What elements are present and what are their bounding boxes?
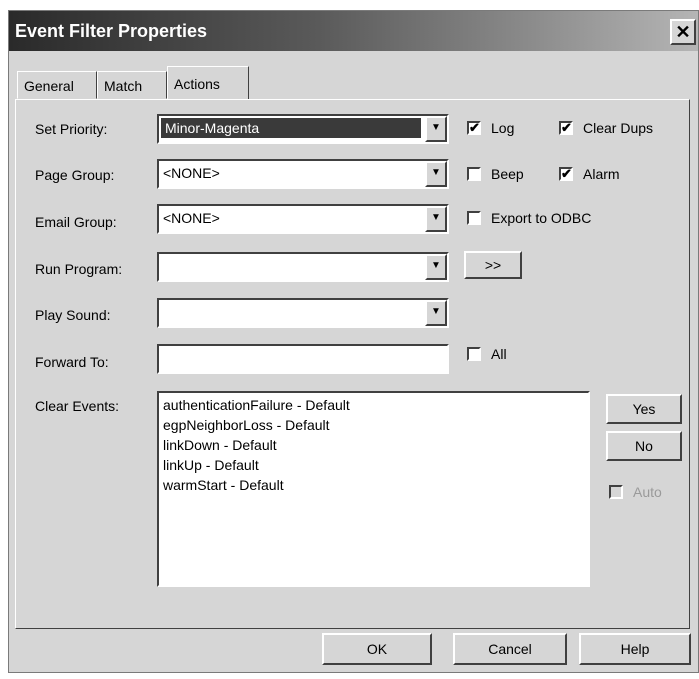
tab-general-label: General <box>24 78 74 94</box>
chevron-down-icon[interactable]: ▼ <box>425 206 447 232</box>
tab-general[interactable]: General <box>17 71 97 99</box>
run-program-label: Run Program: <box>35 261 123 277</box>
tab-actions-label: Actions <box>174 76 220 92</box>
check-icon: ✔ <box>561 120 572 135</box>
clear-dups-label: Clear Dups <box>583 120 654 136</box>
chevron-down-icon[interactable]: ▼ <box>425 161 447 187</box>
tab-actions[interactable]: Actions <box>167 66 249 99</box>
title-bar[interactable]: Event Filter Properties ✕ <box>9 11 698 51</box>
auto-label: Auto <box>633 484 662 500</box>
set-priority-select[interactable]: Minor-Magenta ▼ <box>157 114 449 144</box>
list-item[interactable]: linkDown - Default <box>163 435 584 455</box>
check-icon: ✔ <box>469 120 480 135</box>
email-group-label: Email Group: <box>35 214 117 230</box>
chevron-down-icon[interactable]: ▼ <box>425 300 447 326</box>
ok-button-label: OK <box>366 641 388 657</box>
forward-to-input[interactable] <box>157 344 449 374</box>
play-sound-label: Play Sound: <box>35 307 111 323</box>
alarm-check-box[interactable]: ✔ <box>559 167 573 181</box>
tab-match[interactable]: Match <box>97 71 167 99</box>
chevron-down-icon[interactable]: ▼ <box>425 254 447 280</box>
clear-dups-check-box[interactable]: ✔ <box>559 121 573 135</box>
window-title: Event Filter Properties <box>15 21 208 41</box>
yes-button-label: Yes <box>632 401 656 417</box>
chevron-down-icon[interactable]: ▼ <box>425 116 447 142</box>
browse-button-label: >> <box>484 257 502 273</box>
clear-events-list[interactable]: authenticationFailure - Default egpNeigh… <box>157 391 590 587</box>
forward-to-label: Forward To: <box>35 354 109 370</box>
email-group-select[interactable]: <NONE> ▼ <box>157 204 449 234</box>
list-item[interactable]: egpNeighborLoss - Default <box>163 415 584 435</box>
page-group-value: <NONE> <box>163 165 220 181</box>
clear-events-label: Clear Events: <box>35 398 120 414</box>
help-button-label: Help <box>620 641 650 657</box>
alarm-label: Alarm <box>583 166 620 182</box>
no-button-label: No <box>635 438 653 454</box>
cancel-button[interactable]: Cancel <box>453 633 567 665</box>
event-filter-dialog: Event Filter Properties ✕ General Match … <box>8 10 699 673</box>
play-sound-select[interactable]: ▼ <box>157 298 449 328</box>
check-icon: ✔ <box>561 166 572 181</box>
auto-check-box[interactable] <box>609 485 623 499</box>
run-program-browse-button[interactable]: >> <box>464 251 522 279</box>
export-odbc-label: Export to ODBC <box>491 210 592 226</box>
page-group-select[interactable]: <NONE> ▼ <box>157 159 449 189</box>
email-group-value: <NONE> <box>163 210 220 226</box>
cancel-button-label: Cancel <box>488 641 532 657</box>
tab-match-label: Match <box>104 78 143 94</box>
clear-events-no-button[interactable]: No <box>606 431 682 461</box>
beep-label: Beep <box>491 166 524 182</box>
clear-events-yes-button[interactable]: Yes <box>606 394 682 424</box>
close-icon: ✕ <box>675 22 691 42</box>
close-button[interactable]: ✕ <box>670 19 696 45</box>
run-program-select[interactable]: ▼ <box>157 252 449 282</box>
all-check-box[interactable] <box>467 347 481 361</box>
page-group-label: Page Group: <box>35 167 115 183</box>
all-label: All <box>491 346 507 362</box>
log-check-box[interactable]: ✔ <box>467 121 481 135</box>
beep-check-box[interactable] <box>467 167 481 181</box>
list-item[interactable]: linkUp - Default <box>163 455 584 475</box>
set-priority-value: Minor-Magenta <box>161 118 421 138</box>
ok-button[interactable]: OK <box>322 633 432 665</box>
help-button[interactable]: Help <box>579 633 691 665</box>
list-item[interactable]: authenticationFailure - Default <box>163 395 584 415</box>
list-item[interactable]: warmStart - Default <box>163 475 584 495</box>
set-priority-label: Set Priority: <box>35 121 108 137</box>
export-odbc-check-box[interactable] <box>467 211 481 225</box>
log-label: Log <box>491 120 515 136</box>
